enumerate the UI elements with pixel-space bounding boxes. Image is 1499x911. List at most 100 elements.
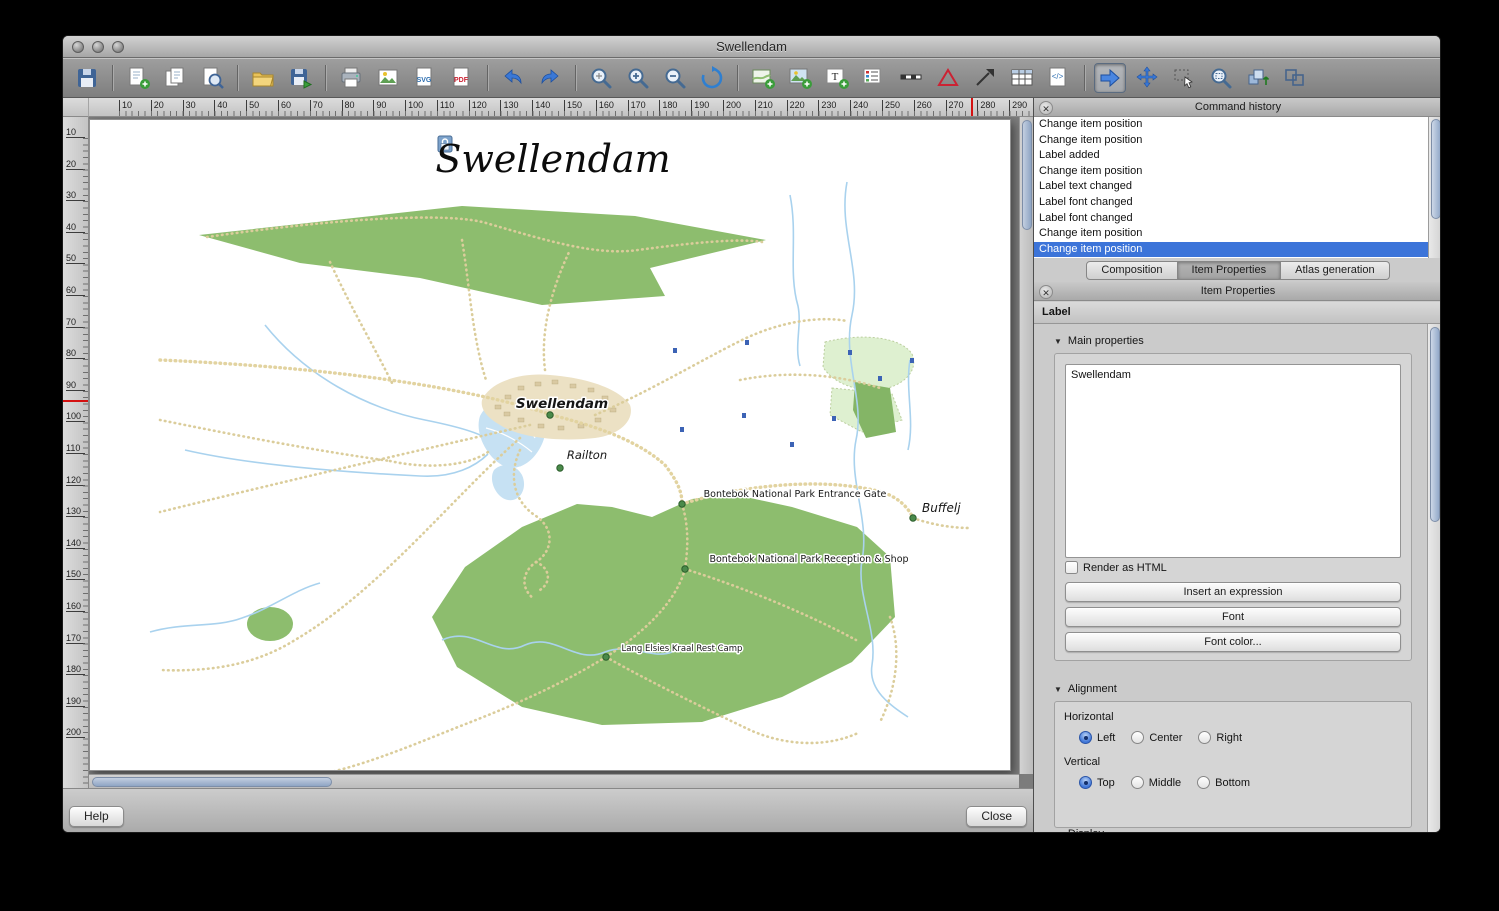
command-history-item[interactable]: Change item position [1034,242,1429,258]
ruler-vertical: 1020304050607080901001101201301401501601… [63,117,89,788]
add-attribute-table-button[interactable] [1006,63,1038,93]
save-as-template-button[interactable] [284,63,316,93]
font-color-button[interactable]: Font color... [1065,632,1401,652]
vertical-top-radio[interactable]: Top [1079,776,1115,789]
export-as-image-button[interactable] [372,63,404,93]
add-legend-button[interactable] [858,63,890,93]
add-basic-shape-button[interactable] [932,63,964,93]
command-history-scrollbar[interactable] [1428,117,1441,258]
scrollbar-thumb[interactable] [92,777,332,787]
section-alignment[interactable]: ▼ Alignment [1054,682,1117,696]
command-history-item[interactable]: Label font changed [1034,195,1429,211]
close-dock-icon[interactable]: ✕ [1039,285,1053,299]
toolbar-separator [1084,65,1085,91]
scrollbar-thumb[interactable] [1431,119,1441,219]
close-window-icon[interactable] [72,41,84,53]
select-items-button[interactable] [1168,63,1200,93]
ruler-h-label: 150 [564,100,582,117]
canvas-horizontal-scrollbar[interactable] [89,774,1019,788]
command-history-item[interactable]: Change item position [1034,133,1429,149]
move-item-content-button[interactable] [1131,63,1163,93]
composition-page[interactable]: Swellendam Railton Bontebok National Par… [89,119,1011,771]
composer-canvas[interactable]: Swellendam Railton Bontebok National Par… [89,117,1033,788]
zoom-window-icon[interactable] [112,41,124,53]
add-label-button[interactable]: T [821,63,853,93]
close-dock-icon[interactable]: ✕ [1039,101,1053,115]
radio-icon [1198,731,1211,744]
section-display[interactable]: ▼ Display [1054,827,1104,833]
add-arrow-button[interactable] [969,63,1001,93]
zoom-to-items-button[interactable] [1205,63,1237,93]
load-from-template-button[interactable] [247,63,279,93]
print-button[interactable] [335,63,367,93]
redo-button[interactable] [534,63,566,93]
canvas-vertical-scrollbar[interactable] [1019,117,1033,774]
nature-areas [823,337,914,438]
ruler-h-label: 50 [246,100,259,117]
minimize-window-icon[interactable] [92,41,104,53]
titlebar[interactable]: Swellendam [63,36,1440,58]
new-composition-button[interactable] [122,63,154,93]
tab-item-properties[interactable]: Item Properties [1178,261,1282,280]
scrollbar-thumb[interactable] [1022,120,1032,230]
panel-scrollbar[interactable] [1427,324,1441,833]
scrollbar-thumb[interactable] [1430,327,1440,522]
ruler-cursor-marker [63,400,89,402]
composition-manager-button[interactable] [196,63,228,93]
toolbar-separator [575,65,576,91]
insert-expression-button[interactable]: Insert an expression [1065,582,1401,602]
ruler-h-label: 200 [723,100,741,117]
tab-composition[interactable]: Composition [1086,261,1177,280]
add-scalebar-button[interactable] [895,63,927,93]
ruler-v-label: 100 [66,411,85,422]
title-label-item[interactable]: Swellendam [435,136,670,181]
horizontal-left-radio[interactable]: Left [1079,731,1115,744]
group-items-button[interactable] [1279,63,1311,93]
command-history-list[interactable]: Change item positionChange item position… [1034,117,1429,258]
command-history-item[interactable]: Change item position [1034,117,1429,133]
command-history-item[interactable]: Change item position [1034,226,1429,242]
map-item[interactable]: Swellendam Railton Bontebok National Par… [90,120,1010,770]
ruler-h-label: 140 [532,100,550,117]
zoom-in-button[interactable] [622,63,654,93]
help-button[interactable]: Help [69,806,124,827]
tab-atlas-generation[interactable]: Atlas generation [1281,261,1390,280]
ruler-v-label: 40 [66,222,85,233]
section-label: Alignment [1068,683,1117,695]
ruler-h-label: 20 [151,100,164,117]
undo-button[interactable] [497,63,529,93]
vertical-radio-group: Top Middle Bottom [1079,776,1250,789]
horizontal-center-radio[interactable]: Center [1131,731,1182,744]
radio-label: Middle [1149,777,1181,789]
ruler-h-label: 290 [1009,100,1027,117]
command-history-title: Command history [1034,98,1441,117]
vertical-bottom-radio[interactable]: Bottom [1197,776,1250,789]
zoom-out-button[interactable] [659,63,691,93]
raise-selected-items-button[interactable] [1242,63,1274,93]
select-move-item-button[interactable] [1094,63,1126,93]
item-type-heading: Label [1034,302,1441,324]
command-history-item[interactable]: Label font changed [1034,211,1429,227]
save-project-button[interactable] [71,63,103,93]
add-new-map-button[interactable] [747,63,779,93]
close-button[interactable]: Close [966,806,1027,827]
checkbox-icon[interactable] [1065,561,1078,574]
vertical-middle-radio[interactable]: Middle [1131,776,1181,789]
section-main-properties[interactable]: ▼ Main properties [1054,334,1144,348]
horizontal-right-radio[interactable]: Right [1198,731,1242,744]
toolbar-separator [487,65,488,91]
ruler-v-label: 80 [66,348,85,359]
font-button[interactable]: Font [1065,607,1401,627]
label-text-area[interactable]: Swellendam [1065,364,1401,558]
render-as-html-row[interactable]: Render as HTML [1065,561,1167,574]
refresh-view-button[interactable] [696,63,728,93]
zoom-full-button[interactable] [585,63,617,93]
export-as-pdf-button[interactable]: PDF [446,63,478,93]
command-history-item[interactable]: Label text changed [1034,179,1429,195]
export-as-svg-button[interactable]: SVG [409,63,441,93]
command-history-item[interactable]: Change item position [1034,164,1429,180]
add-html-frame-button[interactable]: </> [1043,63,1075,93]
duplicate-composition-button[interactable] [159,63,191,93]
add-image-button[interactable] [784,63,816,93]
command-history-item[interactable]: Label added [1034,148,1429,164]
